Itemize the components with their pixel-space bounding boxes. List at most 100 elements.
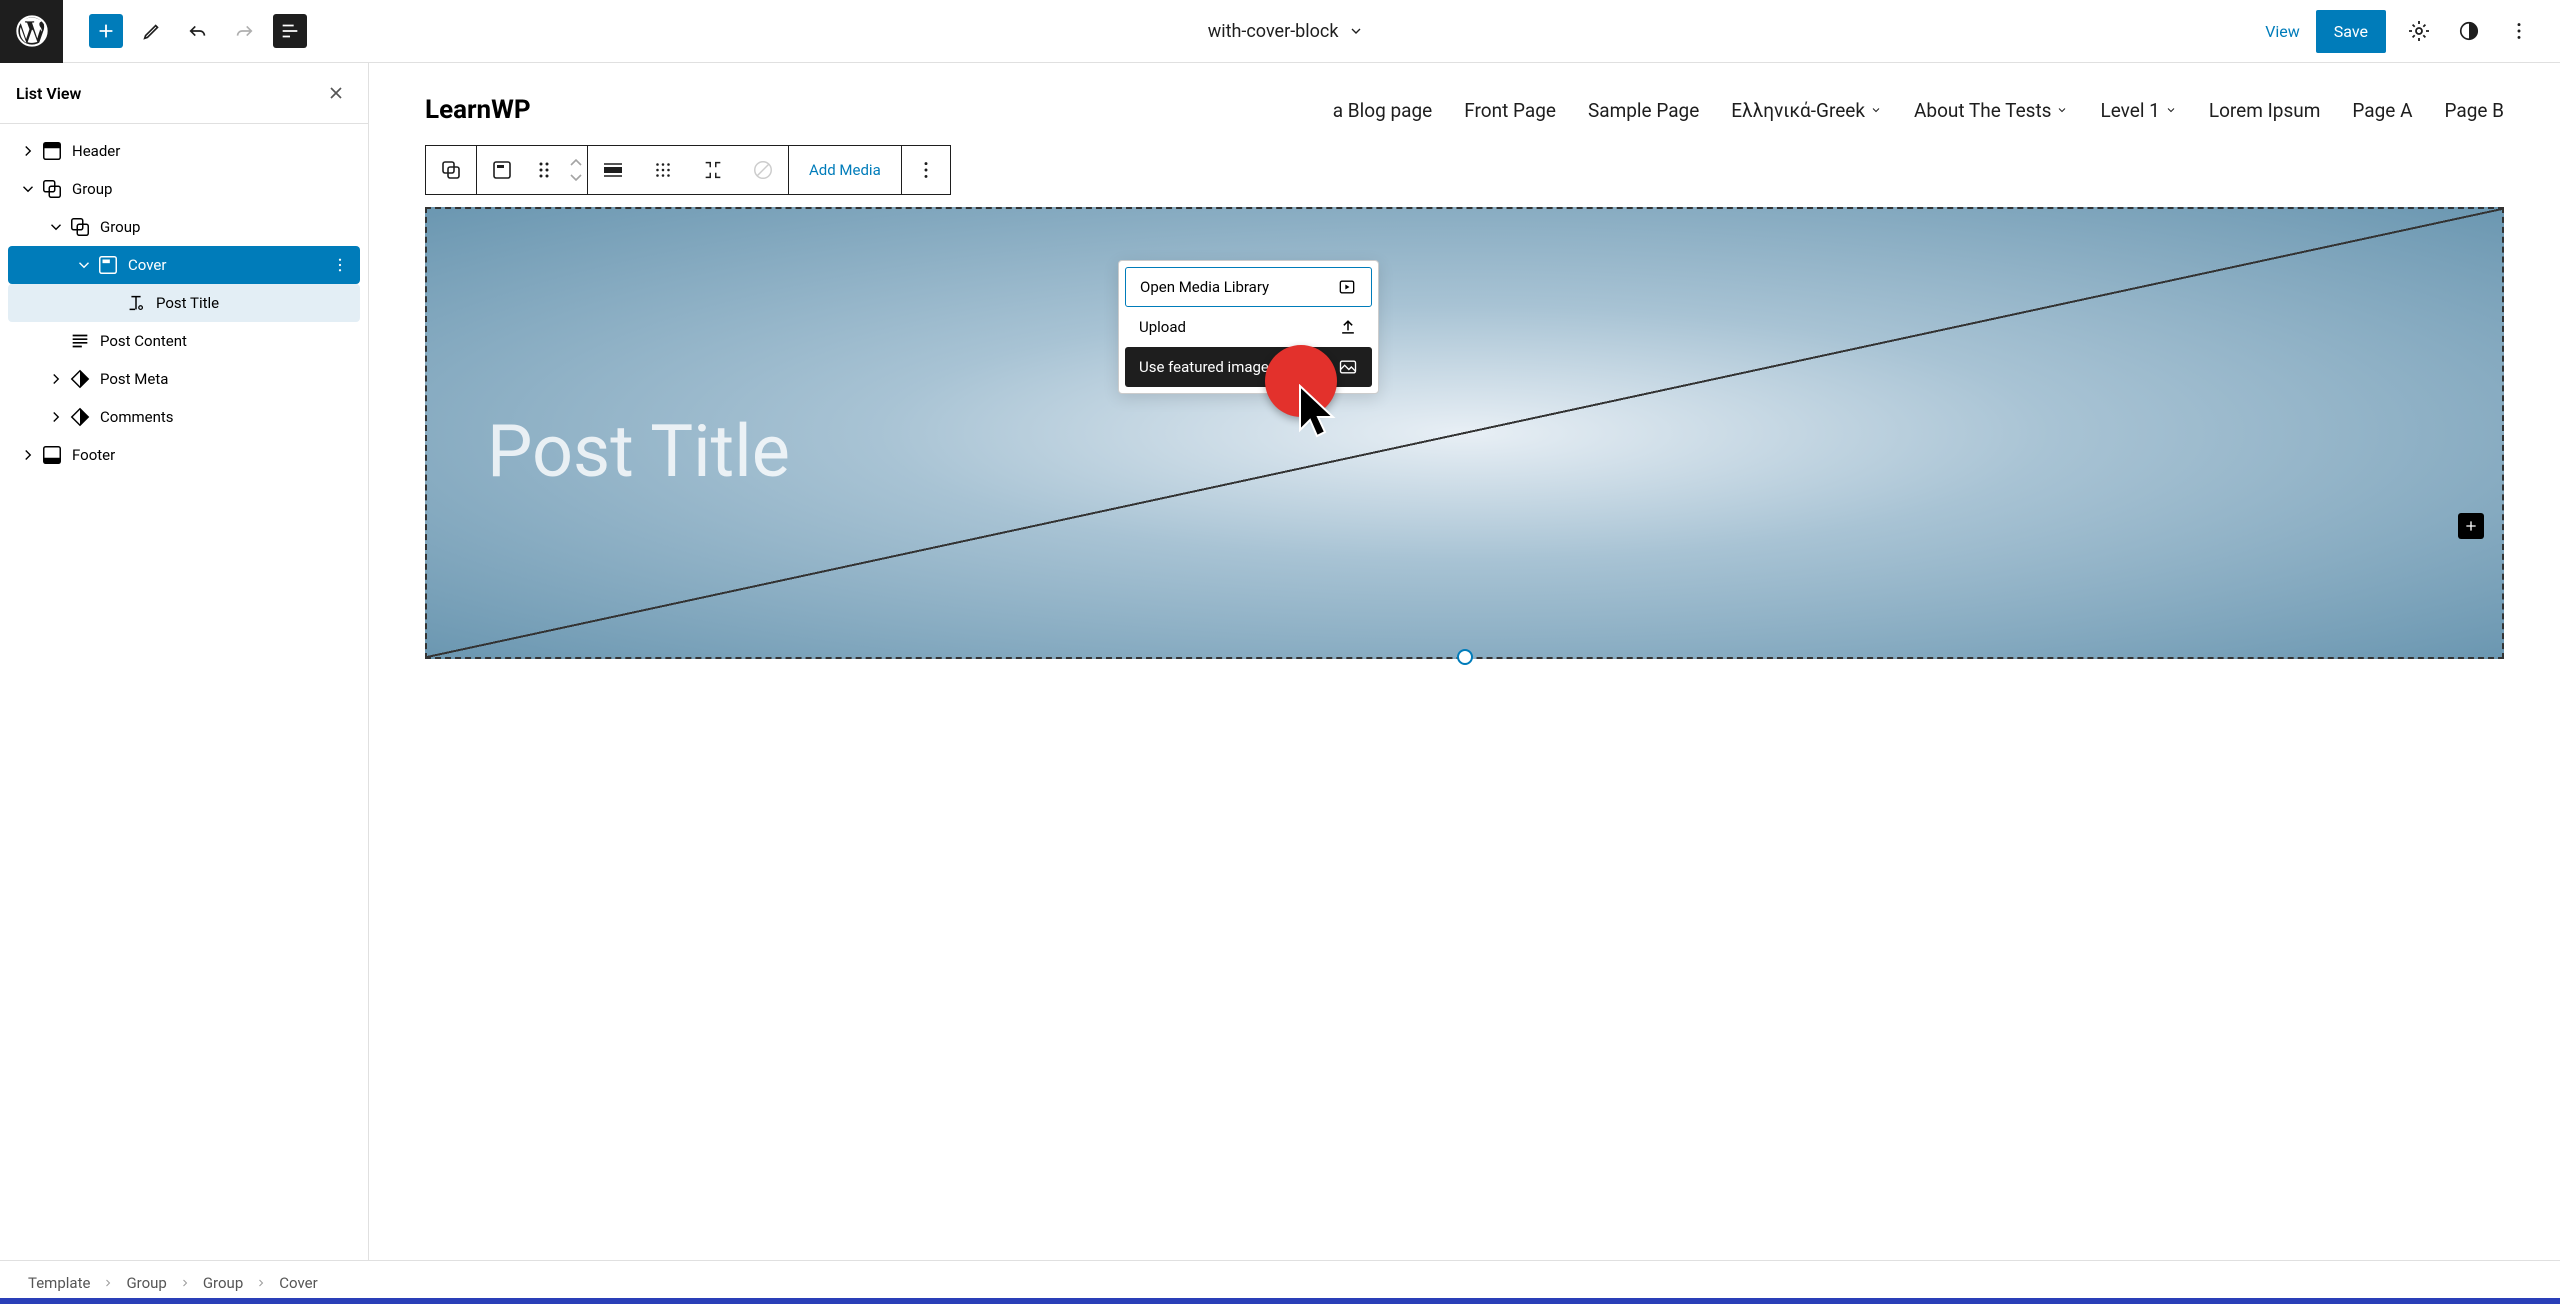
group-icon xyxy=(40,177,64,201)
undo-icon xyxy=(187,20,209,42)
title-icon xyxy=(124,291,148,315)
tree-item-post-content[interactable]: Post Content xyxy=(8,322,360,360)
nav-item[interactable]: a Blog page xyxy=(1333,99,1432,122)
chevron-down-icon xyxy=(1348,23,1364,39)
cover-block[interactable]: Post Title xyxy=(425,207,2504,659)
chevron-icon xyxy=(44,215,68,239)
content-position-button[interactable] xyxy=(638,146,688,194)
nav-item[interactable]: Page B xyxy=(2444,99,2504,122)
nav-item[interactable]: About The Tests xyxy=(1914,99,2068,122)
chevron-down-icon xyxy=(2165,104,2177,116)
nav-item[interactable]: Sample Page xyxy=(1588,99,1699,122)
list-view-toggle[interactable] xyxy=(273,14,307,48)
document-title-area[interactable]: with-cover-block xyxy=(307,21,2265,42)
full-height-button[interactable] xyxy=(688,146,738,194)
plus-icon xyxy=(95,20,117,42)
nav-item[interactable]: Page A xyxy=(2352,99,2412,122)
block-parent-button[interactable] xyxy=(426,146,476,194)
tree-item-more[interactable] xyxy=(328,253,352,277)
plus-icon xyxy=(2463,518,2479,534)
tree-item-label: Post Title xyxy=(156,294,219,312)
tree-item-header[interactable]: Header xyxy=(8,132,360,170)
close-sidebar-button[interactable] xyxy=(320,77,352,109)
media-icon xyxy=(1337,277,1357,297)
breadcrumb-item[interactable]: Template xyxy=(28,1274,90,1292)
nav-item[interactable]: Front Page xyxy=(1464,99,1556,122)
redo-button[interactable] xyxy=(227,14,261,48)
breadcrumb-item[interactable]: Cover xyxy=(279,1274,317,1292)
tree-item-post-meta[interactable]: Post Meta xyxy=(8,360,360,398)
editor-canvas[interactable]: LearnWP a Blog page Front Page Sample Page… xyxy=(369,63,2560,1260)
breadcrumb-separator xyxy=(255,1277,267,1289)
tree-item-group[interactable]: Group xyxy=(8,170,360,208)
tree-item-label: Header xyxy=(72,142,120,160)
chevron-down-icon xyxy=(1870,104,1882,116)
wordpress-logo-button[interactable] xyxy=(0,0,63,63)
header-icon xyxy=(40,139,64,163)
settings-button[interactable] xyxy=(2402,14,2436,48)
main-area: List View Header Group Group Cover Post Titl… xyxy=(0,63,2560,1260)
popover-item-open-media-library[interactable]: Open Media Library xyxy=(1125,267,1372,307)
more-options-button[interactable] xyxy=(2502,14,2536,48)
kebab-icon xyxy=(2508,20,2530,42)
save-button[interactable]: Save xyxy=(2316,10,2386,53)
breadcrumb-separator xyxy=(102,1277,114,1289)
view-link[interactable]: View xyxy=(2265,22,2300,41)
add-block-button[interactable] xyxy=(89,14,123,48)
tree-item-label: Cover xyxy=(128,256,166,274)
cover-icon xyxy=(96,253,120,277)
block-type-button[interactable] xyxy=(477,146,527,194)
tools-button[interactable] xyxy=(135,14,169,48)
add-media-button[interactable]: Add Media xyxy=(789,161,901,179)
move-updown[interactable] xyxy=(561,146,587,194)
redo-icon xyxy=(233,20,255,42)
drag-handle[interactable] xyxy=(527,146,561,194)
popover-item-label: Upload xyxy=(1139,318,1186,336)
clear-media-button[interactable] xyxy=(738,146,788,194)
tree-item-label: Group xyxy=(100,218,140,236)
nav-item[interactable]: Lorem Ipsum xyxy=(2209,99,2321,122)
post-title-placeholder[interactable]: Post Title xyxy=(487,409,790,494)
meta-icon xyxy=(68,367,92,391)
block-more-button[interactable] xyxy=(902,146,950,194)
chevron-down-icon xyxy=(2056,104,2068,116)
align-button[interactable] xyxy=(588,146,638,194)
topbar-right: View Save xyxy=(2265,10,2536,53)
full-height-icon xyxy=(702,159,724,181)
tree-item-post-title[interactable]: Post Title xyxy=(8,284,360,322)
undo-button[interactable] xyxy=(181,14,215,48)
meta-icon xyxy=(68,405,92,429)
chevron-icon xyxy=(16,177,40,201)
kebab-icon xyxy=(915,159,937,181)
site-title[interactable]: LearnWP xyxy=(425,95,531,125)
tree-item-label: Comments xyxy=(100,408,174,426)
tree-item-label: Post Meta xyxy=(100,370,168,388)
gear-icon xyxy=(2407,19,2431,43)
upload-icon xyxy=(1338,317,1358,337)
list-view-icon xyxy=(279,20,301,42)
pencil-icon xyxy=(141,20,163,42)
breadcrumb-item[interactable]: Group xyxy=(126,1274,166,1292)
document-title-label: with-cover-block xyxy=(1208,21,1339,42)
half-circle-icon xyxy=(2458,20,2480,42)
add-block-inline-button[interactable] xyxy=(2458,513,2484,539)
nav-item[interactable]: Ελληνικά-Greek xyxy=(1731,99,1882,122)
chevron-icon xyxy=(16,443,40,467)
sidebar-title: List View xyxy=(16,84,81,103)
tree-item-footer[interactable]: Footer xyxy=(8,436,360,474)
styles-button[interactable] xyxy=(2452,14,2486,48)
popover-item-label: Open Media Library xyxy=(1140,278,1269,296)
bottom-bar xyxy=(0,1298,2560,1304)
popover-item-upload[interactable]: Upload xyxy=(1125,307,1372,347)
tree-item-cover[interactable]: Cover xyxy=(8,246,360,284)
tree-item-label: Footer xyxy=(72,446,115,464)
footer-icon xyxy=(40,443,64,467)
tree-item-comments[interactable]: Comments xyxy=(8,398,360,436)
cursor-overlay xyxy=(1298,384,1340,444)
nav-item[interactable]: Level 1 xyxy=(2100,99,2176,122)
tree-item-group[interactable]: Group xyxy=(8,208,360,246)
resize-handle[interactable] xyxy=(1457,649,1473,665)
breadcrumb-item[interactable]: Group xyxy=(203,1274,243,1292)
chevron-icon xyxy=(72,253,96,277)
featured-icon xyxy=(1338,357,1358,377)
